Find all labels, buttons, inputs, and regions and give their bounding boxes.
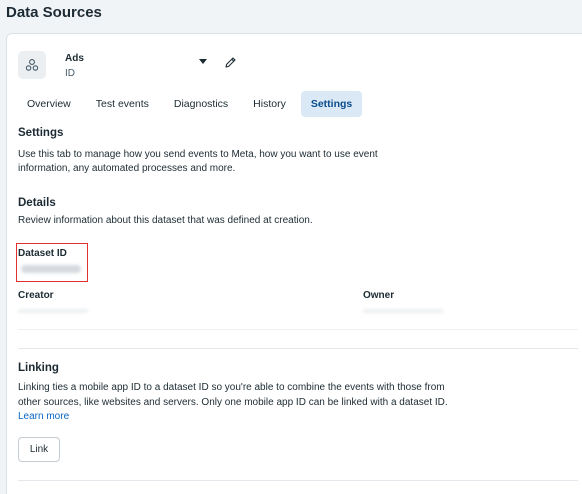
tab-settings[interactable]: Settings xyxy=(300,91,363,117)
settings-description-line1: Use this tab to manage how you send even… xyxy=(18,149,378,160)
settings-heading: Settings xyxy=(18,127,64,139)
tab-bar: Overview Test events Diagnostics History… xyxy=(17,91,367,117)
dataset-id-label: ID xyxy=(65,68,75,79)
owner-label: Owner xyxy=(363,290,395,301)
details-divider-2 xyxy=(18,348,578,349)
learn-more-link[interactable]: Learn more xyxy=(18,409,69,424)
page-title: Data Sources xyxy=(6,4,102,21)
tab-diagnostics[interactable]: Diagnostics xyxy=(164,91,238,117)
tab-overview[interactable]: Overview xyxy=(17,91,81,117)
dataset-card: Ads ID Overview Test events Diagnostics … xyxy=(6,33,582,494)
linking-description-line1: Linking ties a mobile app ID to a datase… xyxy=(18,382,445,393)
creator-label: Creator xyxy=(18,290,54,301)
dataset-name: Ads xyxy=(65,53,84,64)
dataset-id-value-redacted xyxy=(21,265,81,273)
linking-divider xyxy=(18,480,578,481)
dataset-id-label-field: Dataset ID xyxy=(18,248,67,259)
caret-down-icon[interactable] xyxy=(199,59,207,65)
creator-value-redacted xyxy=(18,309,88,313)
details-description: Review information about this dataset th… xyxy=(18,215,313,226)
dataset-icon xyxy=(18,51,46,79)
link-button[interactable]: Link xyxy=(18,437,60,462)
tab-test-events[interactable]: Test events xyxy=(86,91,159,117)
pencil-icon[interactable] xyxy=(224,56,237,69)
details-heading: Details xyxy=(18,197,56,209)
owner-value-redacted xyxy=(363,309,443,313)
details-divider-1 xyxy=(18,329,578,330)
settings-description-line2: information, any automated processes and… xyxy=(18,163,236,174)
linking-heading: Linking xyxy=(18,362,59,374)
tab-history[interactable]: History xyxy=(243,91,296,117)
linking-description-line2: other sources, like websites and servers… xyxy=(18,397,448,408)
